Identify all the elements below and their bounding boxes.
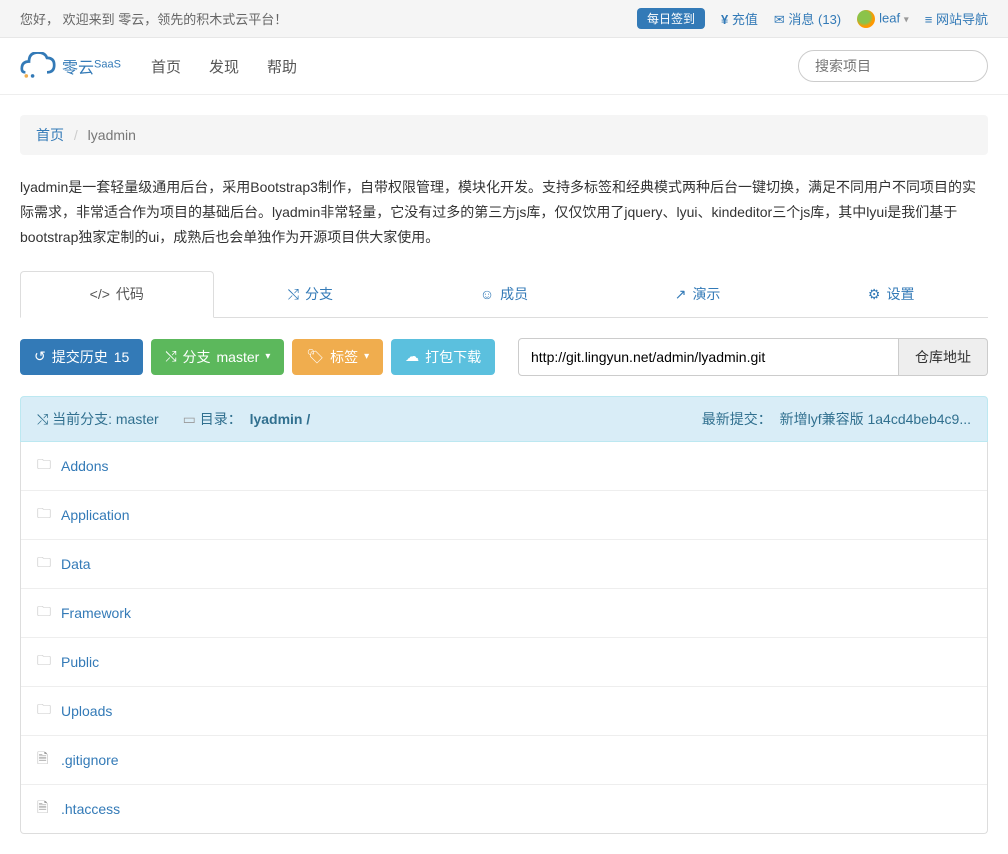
yen-icon	[721, 12, 728, 27]
current-branch: ⤭ 当前分支: master	[37, 409, 159, 429]
tag-icon: 🏷	[306, 348, 324, 365]
repo-header: ⤭ 当前分支: master ▭ 目录： lyadmin / 最新提交： 新增l…	[20, 396, 988, 442]
tab-code[interactable]: </>代码	[20, 271, 214, 318]
toolbar-left: ↺ 提交历史 15 ⤭ 分支 master ▾ 🏷 标签 ▾ ☁ 打包下载	[20, 339, 495, 375]
file-link[interactable]: Addons	[61, 458, 108, 474]
history-icon: ↺	[34, 348, 46, 365]
search-input[interactable]	[798, 50, 988, 82]
breadcrumb-current: lyadmin	[88, 127, 136, 143]
main-container: 首页 / lyadmin lyadmin是一套轻量级通用后台，采用Bootstr…	[0, 95, 1008, 854]
toolbar-right: 仓库地址	[518, 338, 988, 376]
branch-icon: ⤭	[288, 286, 299, 302]
file-row: 🗎 .gitignore	[21, 736, 987, 785]
messages-link[interactable]: 消息 (13)	[774, 9, 841, 28]
branch-button[interactable]: ⤭ 分支 master ▾	[151, 339, 284, 375]
file-link[interactable]: Uploads	[61, 703, 112, 719]
folder-icon: ▭	[183, 411, 196, 427]
history-button[interactable]: ↺ 提交历史 15	[20, 339, 143, 375]
envelope-icon	[774, 12, 785, 27]
tab-demo[interactable]: ↗演示	[601, 271, 795, 317]
path-link[interactable]: lyadmin /	[250, 411, 311, 427]
nav-help[interactable]: 帮助	[267, 56, 297, 77]
download-button[interactable]: ☁ 打包下载	[391, 339, 495, 375]
nav-discover[interactable]: 发现	[209, 56, 239, 77]
file-row: 🗀 Public	[21, 638, 987, 687]
file-row: 🗀 Application	[21, 491, 987, 540]
folder-icon: 🗀	[37, 454, 53, 478]
navbar-left: 零云SaaS 首页 发现 帮助	[20, 52, 297, 80]
folder-icon: 🗀	[37, 699, 53, 723]
file-link[interactable]: Data	[61, 556, 91, 572]
branch-icon: ⤭	[165, 348, 176, 365]
latest-commit: 最新提交： 新增lyf兼容版 1a4cd4beb4c9...	[702, 409, 971, 429]
file-link[interactable]: Application	[61, 507, 130, 523]
folder-icon: 🗀	[37, 552, 53, 576]
demo-icon: ↗	[675, 286, 687, 302]
file-icon: 🗎	[37, 797, 53, 821]
caret-down-icon: ▾	[364, 351, 369, 362]
toolbar: ↺ 提交历史 15 ⤭ 分支 master ▾ 🏷 标签 ▾ ☁ 打包下载 仓库…	[20, 338, 988, 376]
directory-path: ▭ 目录： lyadmin /	[183, 409, 311, 429]
file-link[interactable]: .htaccess	[61, 801, 120, 817]
menu-icon	[925, 12, 933, 27]
user-menu[interactable]: leaf ▾	[857, 10, 909, 28]
file-row: 🗀 Addons	[21, 442, 987, 491]
cloud-download-icon: ☁	[405, 348, 419, 365]
file-row: 🗀 Framework	[21, 589, 987, 638]
breadcrumb: 首页 / lyadmin	[20, 115, 988, 155]
file-link[interactable]: .gitignore	[61, 752, 119, 768]
repo-header-left: ⤭ 当前分支: master ▭ 目录： lyadmin /	[37, 409, 310, 429]
commit-msg-link[interactable]: 新增lyf兼容版	[780, 411, 864, 427]
avatar	[857, 10, 875, 28]
cloud-icon	[20, 52, 56, 80]
breadcrumb-home[interactable]: 首页	[36, 127, 64, 143]
chevron-down-icon: ▾	[904, 14, 909, 25]
commit-hash-link[interactable]: 1a4cd4beb4c9...	[867, 411, 971, 427]
repo-url-input[interactable]	[518, 338, 899, 376]
topbar-right: 每日签到 充值 消息 (13) leaf ▾ 网站导航	[637, 8, 988, 29]
logo[interactable]: 零云SaaS	[20, 52, 121, 80]
welcome-text: 您好， 欢迎来到 零云，领先的积木式云平台！	[20, 9, 287, 28]
members-icon: ☺	[480, 286, 494, 302]
nav-links: 首页 发现 帮助	[151, 56, 297, 77]
tab-members[interactable]: ☺成员	[407, 271, 601, 317]
gear-icon: ⚙	[868, 286, 881, 302]
tabs: </>代码 ⤭分支 ☺成员 ↗演示 ⚙设置	[20, 271, 988, 318]
caret-down-icon: ▾	[265, 351, 270, 362]
tab-branch[interactable]: ⤭分支	[214, 271, 408, 317]
file-link[interactable]: Public	[61, 654, 99, 670]
repo-url-button[interactable]: 仓库地址	[899, 338, 988, 376]
checkin-button[interactable]: 每日签到	[637, 8, 705, 29]
project-description: lyadmin是一套轻量级通用后台，采用Bootstrap3制作，自带权限管理，…	[20, 175, 988, 251]
folder-icon: 🗀	[37, 650, 53, 674]
sitemap-link[interactable]: 网站导航	[925, 9, 988, 28]
branch-icon: ⤭	[37, 411, 48, 427]
file-row: 🗎 .htaccess	[21, 785, 987, 833]
navbar: 零云SaaS 首页 发现 帮助	[0, 38, 1008, 95]
folder-icon: 🗀	[37, 601, 53, 625]
recharge-link[interactable]: 充值	[721, 9, 758, 28]
file-link[interactable]: Framework	[61, 605, 131, 621]
tab-settings[interactable]: ⚙设置	[794, 271, 988, 317]
file-row: 🗀 Uploads	[21, 687, 987, 736]
topbar: 您好， 欢迎来到 零云，领先的积木式云平台！ 每日签到 充值 消息 (13) l…	[0, 0, 1008, 38]
nav-home[interactable]: 首页	[151, 56, 181, 77]
file-list: 🗀 Addons 🗀 Application 🗀 Data 🗀 Framework 🗀 Publi…	[20, 442, 988, 834]
file-icon: 🗎	[37, 748, 53, 772]
folder-icon: 🗀	[37, 503, 53, 527]
tag-button[interactable]: 🏷 标签 ▾	[292, 339, 383, 375]
file-row: 🗀 Data	[21, 540, 987, 589]
code-icon: </>	[90, 286, 110, 302]
